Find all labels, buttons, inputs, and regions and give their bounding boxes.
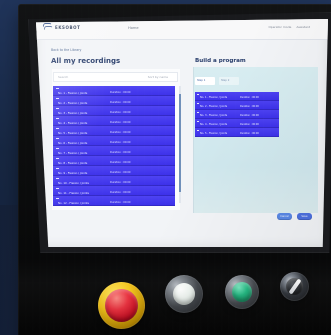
recording-item[interactable]: No. 7 - Flexion / Joints Duration : 00:0… [53,146,175,156]
brand-logo: EKSOBOT [43,23,81,31]
program-step-item[interactable]: No. 3 - Flexion / Joints Duration : 00:0… [195,110,279,119]
program-step-title: No. 2 - Flexion / Joints [200,105,228,108]
recording-title: No. 6 - Flexion / Joints [58,141,88,145]
program-actions: Cancel Save [277,213,312,220]
recording-item[interactable]: No. 6 - Flexion / Joints Duration : 00:0… [53,136,175,146]
recording-title: No. 5 - Flexion / Joints [58,131,88,135]
recording-item[interactable]: No. 2 - Flexion / Joints Duration : 00:0… [53,96,175,106]
program-step-title: No. 4 - Flexion / Joints [200,123,228,126]
white-button-icon [173,283,195,305]
recording-item[interactable]: No. 5 - Flexion / Joints Duration : 00:0… [53,126,175,136]
program-step-title: No. 5 - Flexion / Joints [200,132,228,135]
recording-duration: Duration : 00:00 [110,131,131,134]
photo-scene: EKSOBOT Home Operator mode Assistant Bac… [0,0,331,335]
recordings-search-bar[interactable]: Search Sort by name [53,72,178,82]
program-step-duration: Duration : 00:00 [240,114,259,117]
recording-item[interactable]: No. 11 - Flexion / Joints Duration : 00:… [53,186,175,196]
program-steps-list: No. 1 - Flexion / Joints Duration : 00:0… [195,92,279,142]
recording-title: No. 9 - Flexion / Joints [58,171,88,175]
top-center-label[interactable]: Home [128,26,139,30]
recording-duration: Duration : 00:00 [110,111,131,114]
recordings-title: All my recordings [51,57,121,65]
program-step-item[interactable]: No. 1 - Flexion / Joints Duration : 00:0… [195,92,279,101]
recording-item[interactable]: No. 10 - Flexion / Joints Duration : 00:… [53,176,175,186]
recording-duration: Duration : 00:00 [110,91,131,94]
recording-title: No. 10 - Flexion / Joints [58,181,89,185]
recording-duration: Duration : 00:00 [110,191,131,194]
recordings-list: No. 1 - Flexion / Joints Duration : 00:0… [53,86,175,208]
touchscreen-display[interactable]: EKSOBOT Home Operator mode Assistant Bac… [36,19,328,247]
save-button[interactable]: Save [297,213,312,220]
program-step-title: No. 1 - Flexion / Joints [200,96,228,99]
emergency-stop-icon [105,289,138,322]
recording-duration: Duration : 00:00 [110,141,131,144]
recording-title: No. 11 - Flexion / Joints [58,191,89,195]
recording-title: No. 8 - Flexion / Joints [58,161,88,165]
recording-duration: Duration : 00:00 [110,161,131,164]
program-tab-step-1[interactable]: Step 1 [195,77,215,85]
program-step-duration: Duration : 00:00 [240,132,259,135]
recording-duration: Duration : 00:00 [110,151,131,154]
back-to-library-link[interactable]: Back to the Library [51,48,81,52]
recording-item[interactable]: No. 8 - Flexion / Joints Duration : 00:0… [53,156,175,166]
program-tab-step-2[interactable]: Step 2 [219,77,239,85]
recordings-scroll-thumb[interactable] [179,94,181,192]
top-action-assistant[interactable]: Assistant [296,25,310,29]
brand-text: EKSOBOT [55,24,81,30]
recording-title: No. 7 - Flexion / Joints [58,151,88,155]
recording-title: No. 2 - Flexion / Joints [58,101,88,105]
program-step-duration: Duration : 00:00 [240,123,259,126]
selector-switch[interactable] [280,272,309,301]
sort-label[interactable]: Sort by name [148,75,168,79]
hardware-controls [98,272,328,332]
program-step-item[interactable]: No. 4 - Flexion / Joints Duration : 00:0… [195,119,279,128]
recordings-scrollbar[interactable] [179,86,181,203]
recording-title: No. 12 - Flexion / Joints [58,201,89,205]
recording-duration: Duration : 00:00 [110,201,131,204]
green-push-button[interactable] [225,275,259,309]
program-step-item[interactable]: No. 5 - Flexion / Joints Duration : 00:0… [195,128,279,137]
recording-item[interactable]: No. 9 - Flexion / Joints Duration : 00:0… [53,166,175,176]
program-tabs: Step 1 Step 2 [195,76,315,86]
program-step-duration: Duration : 00:00 [240,105,259,108]
program-step-duration: Duration : 00:00 [240,96,259,99]
program-step-item[interactable]: No. 2 - Flexion / Joints Duration : 00:0… [195,101,279,110]
recording-title: No. 1 - Flexion / Joints [58,91,88,95]
top-action-operator-mode[interactable]: Operator mode [268,25,291,29]
emergency-stop-button[interactable] [98,282,145,329]
recording-duration: Duration : 00:00 [110,171,131,174]
recording-item[interactable]: No. 3 - Flexion / Joints Duration : 00:0… [53,106,175,116]
green-button-icon [232,282,252,302]
white-push-button[interactable] [165,275,203,313]
top-actions: Operator mode Assistant [268,25,310,29]
recording-duration: Duration : 00:00 [110,101,131,104]
build-program-title: Build a program [195,58,246,64]
recording-duration: Duration : 00:00 [110,181,131,184]
cancel-button[interactable]: Cancel [277,213,292,220]
recording-duration: Duration : 00:00 [110,121,131,124]
recording-item[interactable]: No. 12 - Flexion / Joints Duration : 00:… [53,196,175,206]
top-navigation-bar: EKSOBOT Home Operator mode Assistant [36,19,328,40]
recording-title: No. 4 - Flexion / Joints [58,121,88,125]
brand-mark-icon [43,23,51,31]
search-placeholder-label: Search [58,75,69,79]
robot-control-kiosk: EKSOBOT Home Operator mode Assistant Bac… [18,4,331,335]
program-step-title: No. 3 - Flexion / Joints [200,114,228,117]
recording-item[interactable]: No. 4 - Flexion / Joints Duration : 00:0… [53,116,175,126]
recording-title: No. 3 - Flexion / Joints [58,111,88,115]
recording-item[interactable]: No. 1 - Flexion / Joints Duration : 00:0… [53,86,175,96]
